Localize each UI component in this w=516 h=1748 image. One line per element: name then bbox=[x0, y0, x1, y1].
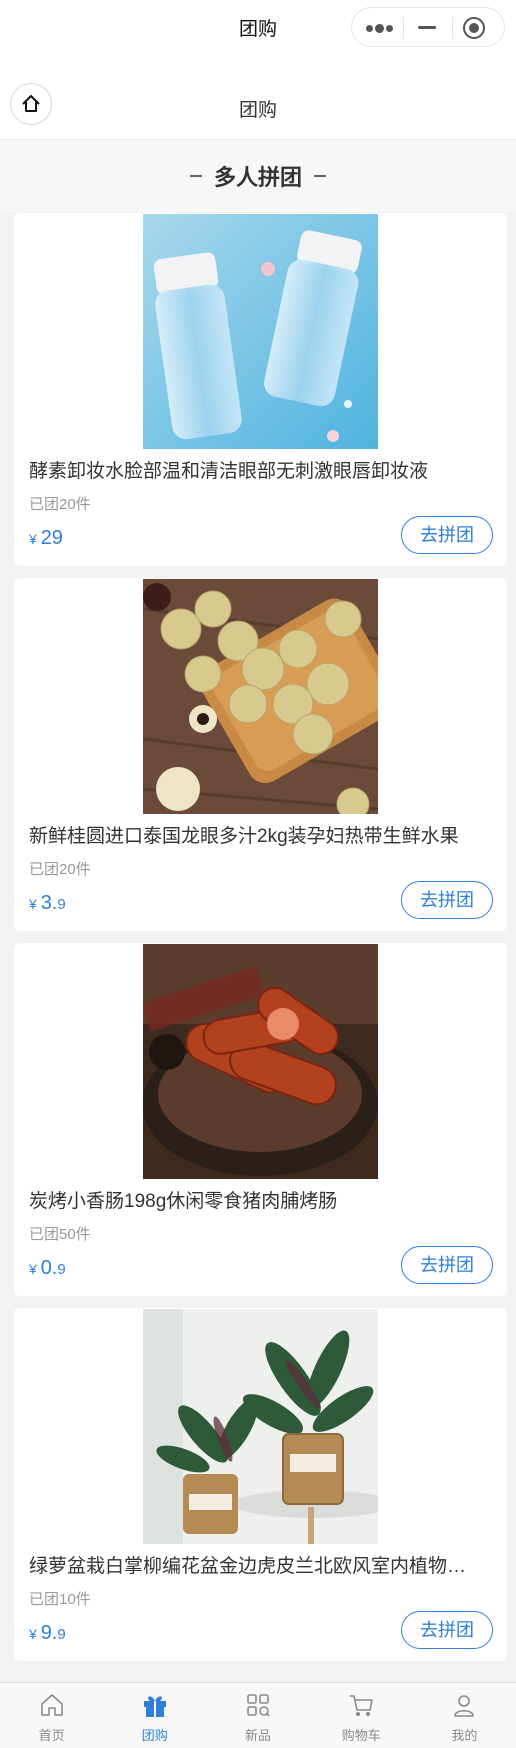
product-price: ¥ 9.9 bbox=[29, 1622, 66, 1645]
section-header: 多人拼团 bbox=[0, 140, 516, 212]
page-header: 团购 bbox=[0, 54, 516, 140]
sold-count: 已团20件 bbox=[29, 861, 91, 878]
sold-count: 已团20件 bbox=[29, 496, 91, 513]
tab-label: 购物车 bbox=[341, 1728, 381, 1743]
navigation-bar: 团购 bbox=[0, 0, 516, 54]
page: 团购 团购 多人拼团 酵素卸妆水脸部温和清洁眼部无刺激眼唇卸妆液 已团20件 ¥… bbox=[0, 0, 516, 1748]
product-card[interactable]: 绿萝盆栽白掌柳编花盆金边虎皮兰北欧风室内植物… 已团10件 ¥ 9.9 去拼团 bbox=[14, 1308, 507, 1661]
price-decimal: 9 bbox=[57, 1626, 66, 1643]
capsule-menu bbox=[351, 7, 505, 47]
divider bbox=[189, 175, 202, 177]
user-icon bbox=[454, 1695, 475, 1717]
tab-home[interactable]: 首页 bbox=[0, 1683, 103, 1748]
tab-label: 我的 bbox=[451, 1728, 478, 1743]
price-decimal: 9 bbox=[57, 1261, 66, 1278]
tab-label: 新品 bbox=[245, 1728, 272, 1743]
sold-count: 已团50件 bbox=[29, 1226, 91, 1243]
join-group-button[interactable]: 去拼团 bbox=[401, 1611, 493, 1649]
home-icon bbox=[40, 1694, 63, 1716]
page-title: 团购 bbox=[238, 100, 277, 121]
currency-symbol: ¥ bbox=[29, 1626, 37, 1642]
product-price: ¥ 3.9 bbox=[29, 892, 66, 915]
currency-symbol: ¥ bbox=[29, 1261, 37, 1277]
product-card[interactable]: 炭烤小香肠198g休闲零食猪肉脯烤肠 已团50件 ¥ 0.9 去拼团 bbox=[14, 943, 507, 1296]
price-decimal: 9 bbox=[57, 896, 66, 913]
tab-label: 首页 bbox=[38, 1728, 65, 1743]
product-name[interactable]: 炭烤小香肠198g休闲零食猪肉脯烤肠 bbox=[29, 1186, 494, 1213]
tab-group-buy[interactable]: 团购 bbox=[103, 1683, 206, 1748]
product-image[interactable] bbox=[143, 944, 378, 1179]
grid-icon bbox=[247, 1694, 270, 1717]
product-name[interactable]: 酵素卸妆水脸部温和清洁眼部无刺激眼唇卸妆液 bbox=[29, 456, 494, 483]
product-image[interactable] bbox=[143, 1309, 378, 1544]
product-name[interactable]: 新鲜桂圆进口泰国龙眼多汁2kg装孕妇热带生鲜水果 bbox=[29, 821, 494, 848]
join-group-button[interactable]: 去拼团 bbox=[401, 881, 493, 919]
currency-symbol: ¥ bbox=[29, 896, 37, 912]
sold-count: 已团10件 bbox=[29, 1591, 91, 1608]
divider bbox=[314, 175, 326, 177]
section-title: 多人拼团 bbox=[213, 165, 302, 190]
join-group-button[interactable]: 去拼团 bbox=[401, 516, 493, 554]
product-price: ¥ 29 bbox=[29, 527, 63, 550]
product-image[interactable] bbox=[143, 214, 378, 449]
cart-icon bbox=[350, 1695, 374, 1716]
tab-cart[interactable]: 购物车 bbox=[310, 1683, 413, 1748]
product-price: ¥ 0.9 bbox=[29, 1257, 66, 1280]
tab-label: 团购 bbox=[141, 1728, 168, 1743]
price-integer: 3. bbox=[40, 892, 58, 914]
product-image[interactable] bbox=[143, 579, 378, 814]
tab-mine[interactable]: 我的 bbox=[413, 1683, 516, 1748]
currency-symbol: ¥ bbox=[29, 531, 37, 547]
more-icon[interactable] bbox=[366, 24, 393, 33]
tab-bar: 首页 团购 新品 购物车 我的 bbox=[0, 1682, 516, 1748]
price-integer: 9. bbox=[40, 1622, 58, 1644]
product-name[interactable]: 绿萝盆栽白掌柳编花盆金边虎皮兰北欧风室内植物… bbox=[29, 1551, 494, 1578]
join-group-button[interactable]: 去拼团 bbox=[401, 1246, 493, 1284]
price-integer: 0. bbox=[40, 1257, 58, 1279]
close-target-icon[interactable] bbox=[463, 17, 485, 39]
price-integer: 29 bbox=[40, 527, 63, 549]
gift-icon bbox=[143, 1696, 166, 1717]
product-card[interactable]: 酵素卸妆水脸部温和清洁眼部无刺激眼唇卸妆液 已团20件 ¥ 29 去拼团 bbox=[14, 213, 507, 566]
tab-new[interactable]: 新品 bbox=[206, 1683, 309, 1748]
product-card[interactable]: 新鲜桂圆进口泰国龙眼多汁2kg装孕妇热带生鲜水果 已团20件 ¥ 3.9 去拼团 bbox=[14, 578, 507, 931]
minimize-icon[interactable] bbox=[418, 26, 436, 29]
